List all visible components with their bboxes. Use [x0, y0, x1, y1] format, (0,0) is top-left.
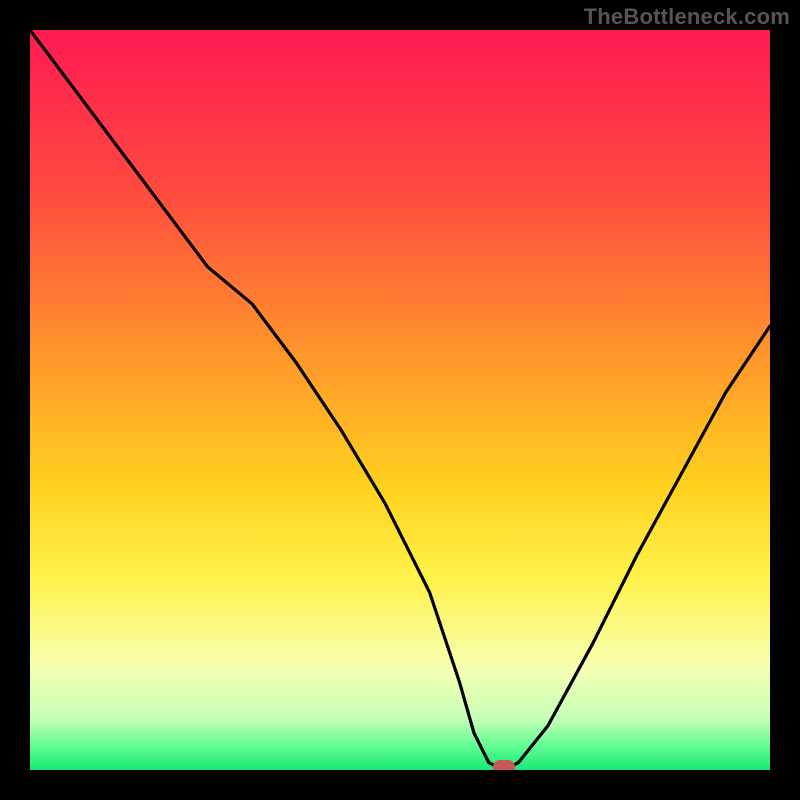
plot-area [30, 30, 770, 770]
marker-layer [30, 30, 770, 770]
chart-container: TheBottleneck.com [0, 0, 800, 800]
optimum-marker [493, 760, 515, 770]
watermark-text: TheBottleneck.com [584, 4, 790, 30]
